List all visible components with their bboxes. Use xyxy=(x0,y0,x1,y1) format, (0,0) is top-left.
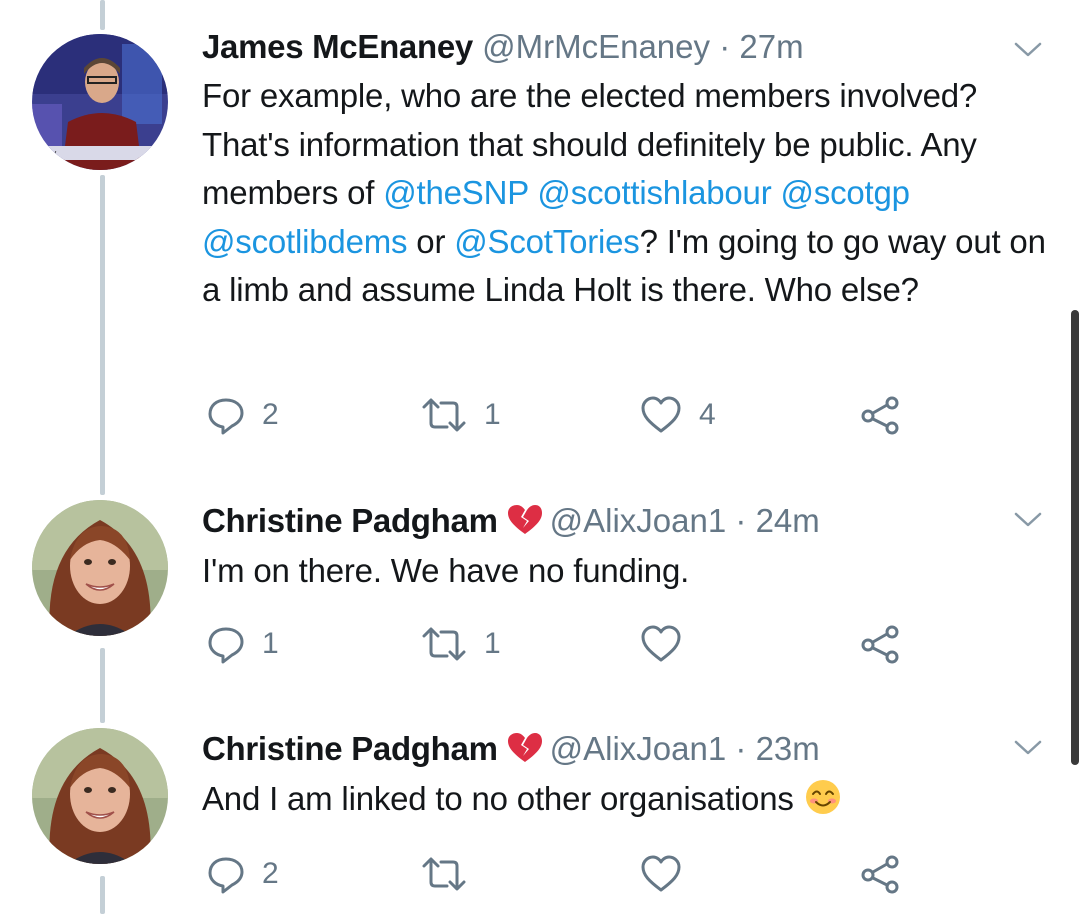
reply-count: 2 xyxy=(262,857,279,890)
avatar[interactable] xyxy=(32,500,168,636)
author-handle[interactable]: @AlixJoan1 xyxy=(550,502,727,539)
reply-button[interactable]: 2 xyxy=(206,849,279,899)
timestamp[interactable]: 24m xyxy=(756,502,820,539)
author-handle[interactable]: @MrMcEnaney xyxy=(482,28,710,65)
tweet-actions: 2 xyxy=(202,849,922,899)
share-button[interactable] xyxy=(858,390,902,440)
tweet-actions: 2 1 4 xyxy=(202,390,922,440)
mention-link[interactable]: @scotgp xyxy=(780,174,910,211)
share-icon xyxy=(861,396,899,435)
tweet-header: Christine Padgham @AlixJoan1 · 24m xyxy=(202,501,999,541)
share-icon xyxy=(861,855,899,894)
share-button[interactable] xyxy=(858,849,902,899)
thread-line-2 xyxy=(100,648,105,723)
reply-icon xyxy=(208,857,244,894)
tweet-text-segment: or xyxy=(407,222,455,260)
timestamp[interactable]: 23m xyxy=(756,730,820,767)
scrollbar[interactable] xyxy=(1071,310,1079,765)
tweet-header: Christine Padgham @AlixJoan1 · 23m xyxy=(202,729,999,769)
heart-icon xyxy=(641,855,681,892)
author-name[interactable]: Christine Padgham xyxy=(202,502,498,539)
mention-link[interactable]: @ScotTories xyxy=(454,223,640,260)
retweet-icon xyxy=(422,627,466,661)
share-button[interactable] xyxy=(858,619,902,669)
author-name[interactable]: James McEnaney xyxy=(202,28,473,65)
share-icon xyxy=(861,625,899,664)
timestamp[interactable]: 27m xyxy=(739,28,803,65)
retweet-count: 1 xyxy=(484,398,501,431)
avatar-caption: ney xyxy=(40,149,57,159)
tweet-text-container: And I am linked to no other organisation… xyxy=(202,775,1052,824)
broken-heart-icon xyxy=(507,505,542,534)
reply-icon xyxy=(208,398,244,435)
mention-link[interactable]: @scottishlabour xyxy=(537,174,771,211)
chevron-down-icon[interactable] xyxy=(1013,40,1043,60)
retweet-button[interactable]: 1 xyxy=(420,619,501,669)
retweet-count: 1 xyxy=(484,627,501,660)
chevron-down-icon[interactable] xyxy=(1013,738,1043,758)
tweet-actions: 1 1 xyxy=(202,619,922,669)
tweet-text: I'm on there. We have no funding. xyxy=(202,552,690,589)
reply-count: 2 xyxy=(262,398,279,431)
author-handle[interactable]: @AlixJoan1 xyxy=(550,730,727,767)
reply-icon xyxy=(208,627,244,664)
retweet-button[interactable] xyxy=(420,849,484,899)
like-button[interactable]: 4 xyxy=(639,390,716,440)
chevron-down-icon[interactable] xyxy=(1013,510,1043,530)
smiling-face-icon xyxy=(805,780,840,814)
heart-icon xyxy=(641,625,681,662)
tweet[interactable]: ney James McEnaney @MrMcEnaney · 27m For… xyxy=(0,0,1079,480)
separator: · xyxy=(735,730,747,767)
mention-link[interactable]: @theSNP xyxy=(383,174,528,211)
like-button[interactable] xyxy=(639,849,699,899)
retweet-icon xyxy=(422,398,466,432)
reply-count: 1 xyxy=(262,627,279,660)
like-count: 4 xyxy=(699,398,716,431)
avatar[interactable] xyxy=(32,728,168,864)
tweet-text: For example, who are the elected members… xyxy=(202,72,1052,315)
separator: · xyxy=(719,28,731,65)
retweet-button[interactable]: 1 xyxy=(420,390,501,440)
thread-line-3 xyxy=(100,876,105,914)
tweet-header: James McEnaney @MrMcEnaney · 27m xyxy=(202,27,999,67)
heart-icon xyxy=(641,396,681,433)
avatar[interactable]: ney xyxy=(32,34,168,170)
retweet-icon xyxy=(422,857,466,891)
mention-link[interactable]: @scotlibdems xyxy=(202,223,408,260)
reply-button[interactable]: 1 xyxy=(206,619,279,669)
tweet-text: And I am linked to no other organisation… xyxy=(202,780,794,817)
like-button[interactable] xyxy=(639,619,699,669)
reply-button[interactable]: 2 xyxy=(206,390,279,440)
broken-heart-icon xyxy=(507,733,542,762)
author-name[interactable]: Christine Padgham xyxy=(202,730,498,767)
separator: · xyxy=(735,502,747,539)
